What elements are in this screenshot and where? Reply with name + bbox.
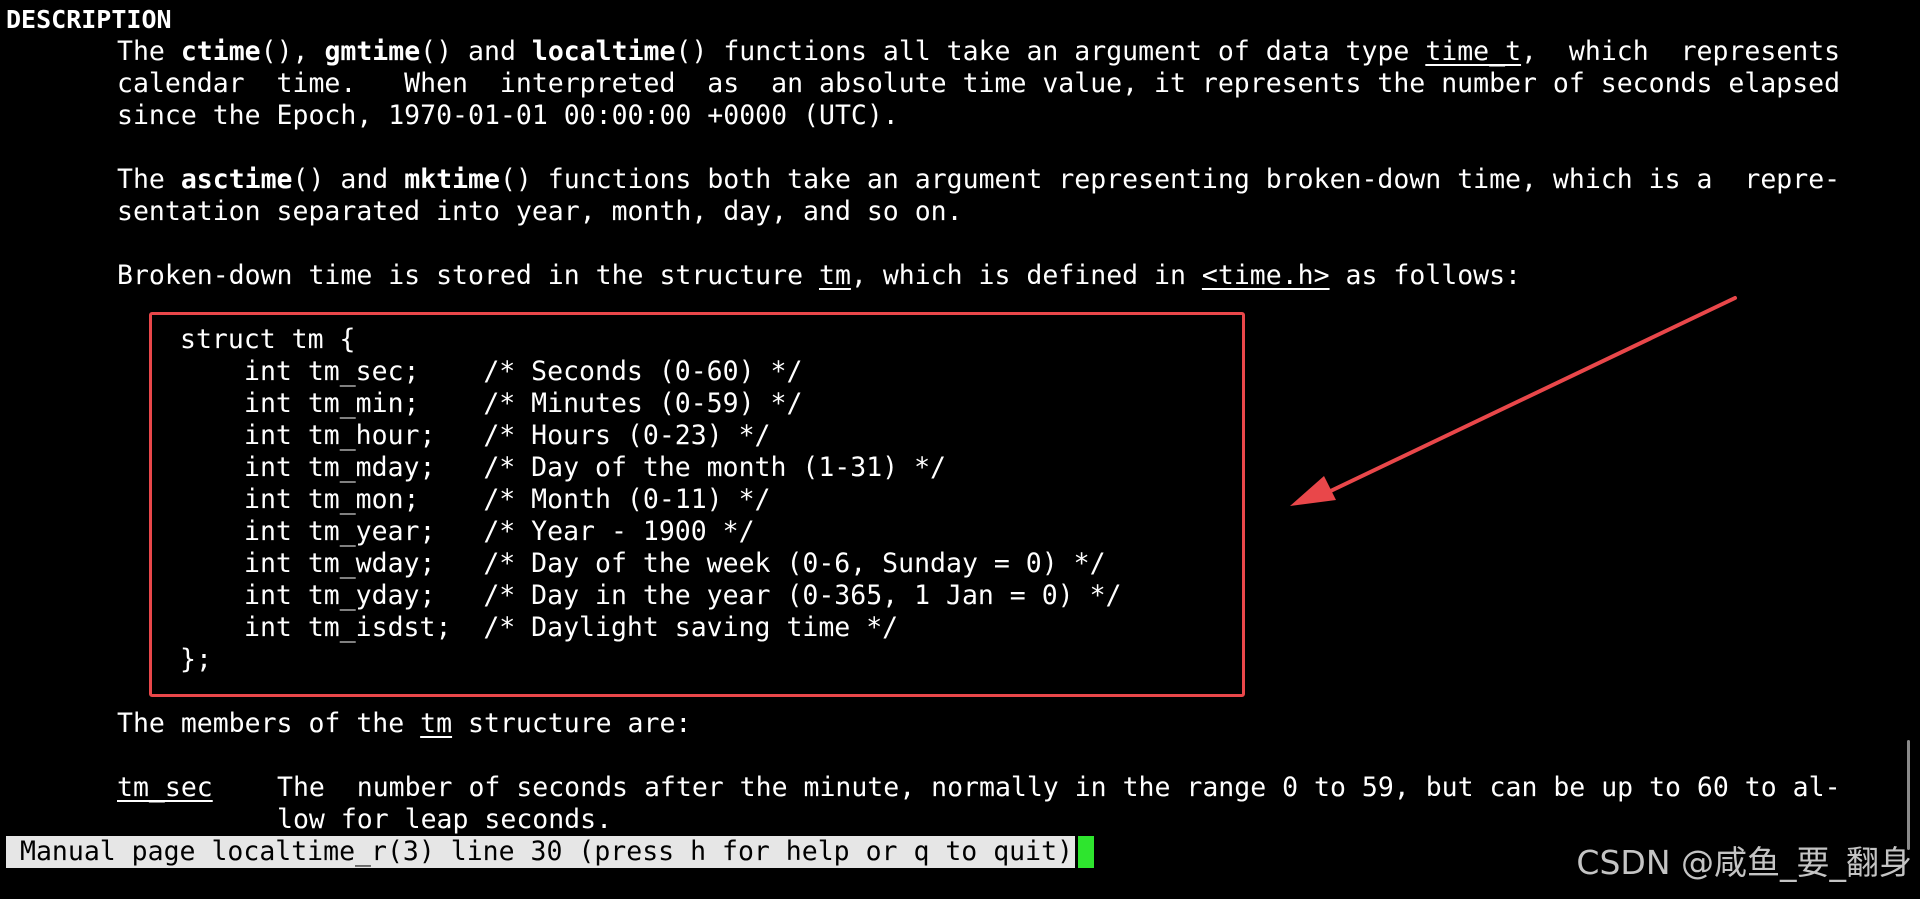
text-segment: Broken-down time is stored in the struct… [117,260,819,291]
struct-field: int tm_mday; /* Day of the month (1-31) … [244,452,946,483]
csdn-watermark: CSDN @咸鱼_要_翻身 [1576,843,1912,882]
text-segment: The members of the [117,708,421,739]
member-name-tm_sec: tm_sec [117,772,213,803]
function-name-ctime: ctime [180,36,261,67]
text-segment: The [117,164,181,195]
header-name: <time.h> [1201,260,1330,291]
text-segment: () functions all take an argument of dat… [675,36,1426,67]
member-description-line-2: low for leap seconds. [277,804,613,835]
text-segment: The [117,36,181,67]
description-line-1: The ctime(), gmtime() and localtime() fu… [117,36,1840,68]
struct-field: int tm_min; /* Minutes (0-59) */ [244,388,803,419]
text-segment: () and [292,164,405,195]
pager-status-bar[interactable]: Manual page localtime_r(3) line 30 (pres… [6,836,1075,868]
struct-field: int tm_year; /* Year - 1900 */ [244,516,755,547]
text-segment: () functions both take an argument repre… [499,164,1841,195]
description-line-5: sentation separated into year, month, da… [117,196,963,227]
section-heading: DESCRIPTION [6,5,172,34]
terminal-window[interactable]: DESCRIPTION The ctime(), gmtime() and lo… [0,0,1920,899]
text-segment: , which represents [1521,36,1841,67]
struct-close: }; [180,644,212,675]
description-line-6: Broken-down time is stored in the struct… [117,260,1521,292]
text-segment: () and [420,36,532,67]
struct-field: int tm_isdst; /* Daylight saving time */ [244,612,899,643]
struct-field: int tm_sec; /* Seconds (0-60) */ [244,356,803,387]
text-segment: as follows: [1329,260,1522,291]
text-segment: structure are: [452,708,692,739]
struct-field: int tm_yday; /* Day in the year (0-365, … [244,580,1122,611]
struct-field: int tm_hour; /* Hours (0-23) */ [244,420,771,451]
struct-field: int tm_wday; /* Day of the week (0-6, Su… [244,548,1106,579]
text-segment: , which is defined in [850,260,1202,291]
function-name-gmtime: gmtime [324,36,421,67]
text-segment: (), [260,36,325,67]
member-term: tm_sec [117,772,213,804]
description-line-4: The asctime() and mktime() functions bot… [117,164,1840,196]
terminal-cursor [1078,836,1094,868]
type-name-time_t: time_t [1425,36,1522,67]
scrollbar-thumb[interactable] [1907,740,1910,850]
function-name-asctime: asctime [180,164,293,195]
struct-name-tm: tm [819,260,851,291]
member-description-line-1: The number of seconds after the minute, … [277,772,1841,803]
function-name-localtime: localtime [531,36,676,67]
description-line-2: calendar time. When interpreted as an ab… [117,68,1841,99]
description-line-3: since the Epoch, 1970-01-01 00:00:00 +00… [117,100,899,131]
struct-name-tm: tm [420,708,453,739]
description-line-7: The members of the tm structure are: [117,708,691,740]
struct-open: struct tm { [180,324,356,355]
struct-field: int tm_mon; /* Month (0-11) */ [244,484,771,515]
function-name-mktime: mktime [404,164,500,195]
